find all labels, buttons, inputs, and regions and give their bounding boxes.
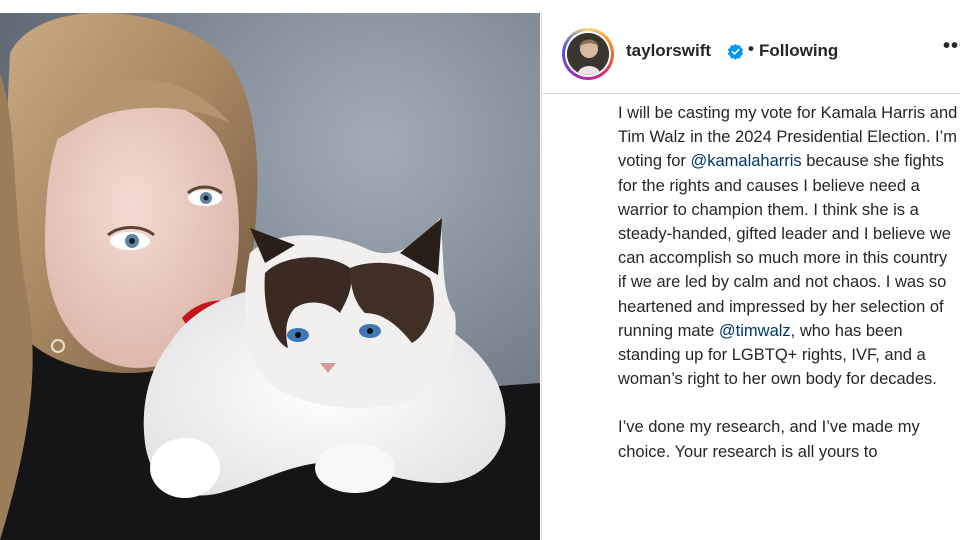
verified-badge-icon [727,43,744,60]
instagram-post-view: taylorswift • Following ••• I will be ca… [0,0,960,540]
avatar-frame [565,31,611,77]
post-image [0,13,540,540]
avatar-image [567,33,609,75]
caption-text: because she fights for the rights and ca… [618,152,951,340]
post-caption: I will be casting my vote for Kamala Har… [618,101,958,464]
mention-link-timwalz[interactable]: @timwalz [719,322,791,340]
following-button[interactable]: Following [759,41,838,61]
mention-link-kamalaharris[interactable]: @kamalaharris [690,152,801,170]
caption-paragraph: I will be casting my vote for Kamala Har… [618,101,958,391]
post-header: taylorswift • Following ••• [542,13,960,94]
top-margin [0,0,960,13]
post-sidebar: taylorswift • Following ••• I will be ca… [541,13,960,540]
post-photo[interactable] [0,13,540,540]
story-ring[interactable] [562,28,614,80]
more-options-icon[interactable]: ••• [943,35,960,58]
caption-paragraph: I’ve done my research, and I’ve made my … [618,418,920,461]
username-link[interactable]: taylorswift [626,41,711,61]
avatar[interactable] [567,33,609,75]
header-separator: • [748,39,754,58]
